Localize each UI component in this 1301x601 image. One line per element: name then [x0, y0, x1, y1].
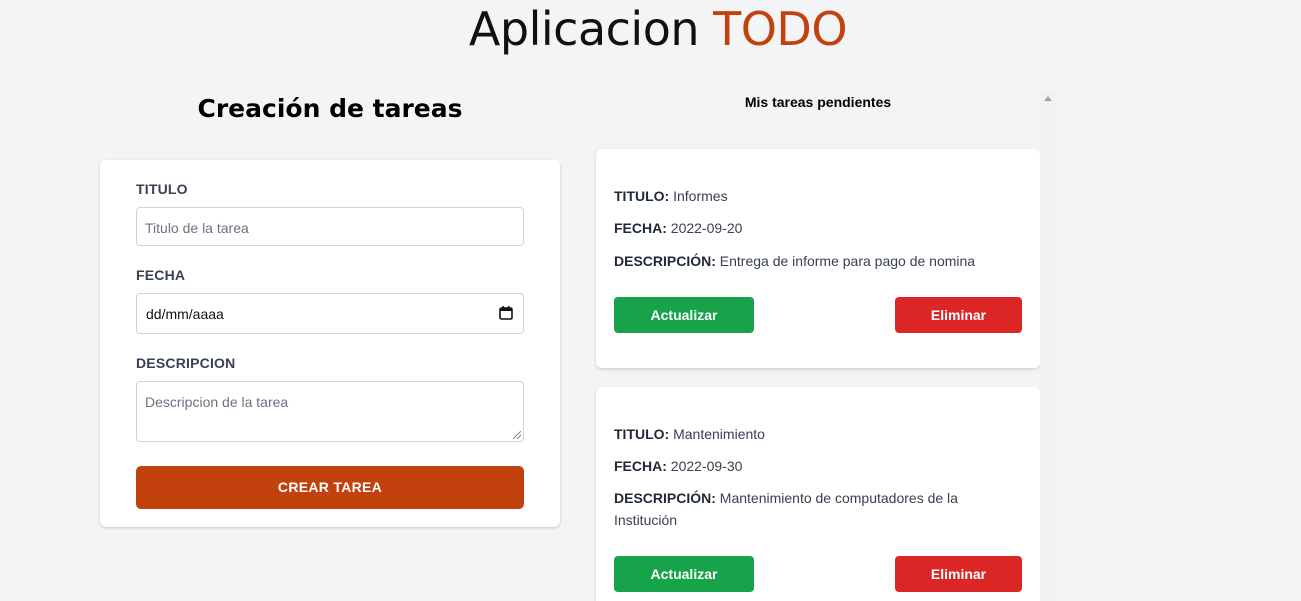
task-description-key: DESCRIPCIÓN: — [614, 253, 716, 269]
title-label: TITULO — [136, 181, 188, 197]
scroll-up-arrow-icon[interactable] — [1044, 96, 1052, 101]
date-label: FECHA — [136, 267, 186, 283]
description-label: DESCRIPCION — [136, 355, 236, 371]
title-placeholder: Titulo de la tarea — [145, 220, 249, 236]
form-heading: Creación de tareas — [197, 94, 463, 123]
task-title-value: Mantenimiento — [673, 426, 765, 442]
task-list-heading: Mis tareas pendientes — [744, 94, 892, 110]
date-input[interactable]: dd/mm/aaaa — [136, 293, 524, 334]
delete-button[interactable]: Eliminar — [895, 556, 1022, 592]
task-form: TITULO Titulo de la tarea FECHA dd/mm/aa… — [100, 160, 560, 527]
calendar-icon[interactable] — [499, 306, 513, 320]
task-date-row: FECHA: 2022-09-20 — [614, 217, 1014, 239]
task-title-key: TITULO: — [614, 426, 670, 442]
task-description-value: Entrega de informe para pago de nomina — [719, 253, 976, 269]
task-description-key: DESCRIPCIÓN: — [614, 490, 716, 506]
todo-app: Aplicacion TODO Creación de tareas TITUL… — [0, 0, 1301, 601]
task-date-key: FECHA: — [614, 458, 667, 474]
task-date-key: FECHA: — [614, 220, 667, 236]
description-textarea[interactable]: Descripcion de la tarea — [136, 381, 524, 442]
task-date-row: FECHA: 2022-09-30 — [614, 455, 1014, 477]
task-title-row: TITULO: Informes — [614, 185, 1014, 207]
task-date-value: 2022-09-20 — [670, 220, 743, 236]
description-placeholder: Descripcion de la tarea — [145, 394, 289, 410]
title-input[interactable]: Titulo de la tarea — [136, 207, 524, 246]
task-list-section: Mis tareas pendientes TITULO: Informes F… — [596, 0, 1056, 601]
task-card: TITULO: Informes FECHA: 2022-09-20 DESCR… — [596, 149, 1040, 368]
task-description-row: DESCRIPCIÓN: Mantenimiento de computador… — [614, 487, 994, 531]
task-date-value: 2022-09-30 — [670, 458, 743, 474]
resize-handle-icon[interactable] — [513, 431, 521, 439]
delete-button[interactable]: Eliminar — [895, 297, 1022, 333]
date-value: dd/mm/aaaa — [146, 306, 224, 322]
update-button[interactable]: Actualizar — [614, 297, 754, 333]
task-title-key: TITULO: — [614, 188, 670, 204]
create-task-button[interactable]: CREAR TAREA — [136, 466, 524, 509]
task-card: TITULO: Mantenimiento FECHA: 2022-09-30 … — [596, 387, 1040, 601]
task-title-row: TITULO: Mantenimiento — [614, 423, 1014, 445]
task-list-scrollbar[interactable] — [1040, 90, 1056, 601]
update-button[interactable]: Actualizar — [614, 556, 754, 592]
task-title-value: Informes — [673, 188, 728, 204]
task-description-row: DESCRIPCIÓN: Entrega de informe para pag… — [614, 250, 1014, 272]
